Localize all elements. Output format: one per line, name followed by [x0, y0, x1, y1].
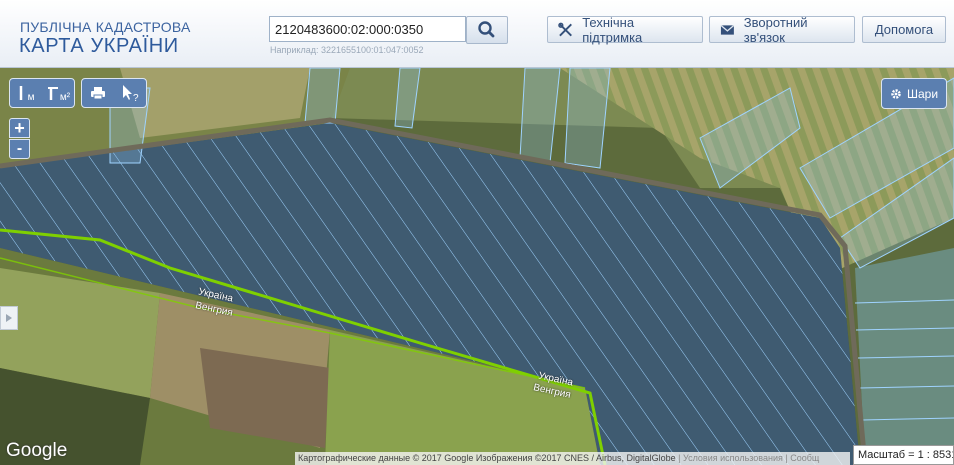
- gear-icon: [891, 88, 901, 99]
- feedback-label: Зворотний зв'язок: [743, 14, 808, 45]
- search-icon: [478, 21, 495, 38]
- layers-label: Шари: [906, 86, 939, 101]
- search-hint: Наприклад: 3221655100:01:047:0052: [270, 45, 424, 55]
- map-attribution: Картографические данные © 2017 Google Из…: [295, 452, 850, 465]
- area-icon: [47, 87, 58, 100]
- layers-button[interactable]: Шари: [881, 78, 947, 109]
- pointer-question-icon: ?: [123, 85, 139, 102]
- search-button[interactable]: [466, 16, 508, 44]
- header-bar: ПУБЛІЧНА КАДАСТРОВА КАРТА УКРАЇНИ Наприк…: [0, 0, 954, 68]
- play-arrow-icon: [6, 314, 12, 322]
- zoom-out-button[interactable]: -: [9, 139, 30, 159]
- tools-icon: [558, 22, 572, 36]
- logo-title-line2[interactable]: КАРТА УКРАЇНИ: [19, 35, 179, 58]
- measure-area-button[interactable]: м²: [42, 79, 74, 107]
- report-link[interactable]: Сообщ: [790, 453, 819, 463]
- feedback-button[interactable]: Зворотний зв'язок: [709, 14, 855, 45]
- cadastral-search-input[interactable]: [269, 16, 466, 42]
- google-logo: Google: [6, 440, 68, 461]
- help-label: Допомога: [874, 22, 934, 37]
- measure-distance-button[interactable]: м: [10, 79, 42, 107]
- svg-text:?: ?: [133, 93, 139, 102]
- support-label: Технічна підтримка: [582, 14, 643, 45]
- envelope-icon: [720, 24, 735, 35]
- area-unit-label: м²: [59, 91, 71, 103]
- identify-button[interactable]: ?: [114, 79, 146, 107]
- support-button[interactable]: Технічна підтримка: [547, 14, 703, 45]
- zoom-in-button[interactable]: +: [9, 118, 30, 138]
- map-view[interactable]: Україна Венгрия Україна Венгрия м м² ? +…: [0, 68, 954, 465]
- printer-icon: [91, 87, 105, 100]
- print-info-tools: ?: [81, 78, 147, 108]
- measure-tools: м м²: [9, 78, 75, 108]
- terms-link[interactable]: Условия использования: [683, 453, 783, 463]
- satellite-imagery: [0, 68, 954, 465]
- print-button[interactable]: [82, 79, 114, 107]
- help-button[interactable]: Допомога: [862, 16, 946, 43]
- attribution-text: Картографические данные © 2017 Google Из…: [298, 453, 676, 463]
- side-panel-toggle[interactable]: [0, 306, 18, 330]
- ruler-icon: [19, 86, 22, 100]
- ruler-unit-label: м: [27, 91, 35, 103]
- logo-title-line1[interactable]: ПУБЛІЧНА КАДАСТРОВА: [20, 19, 191, 35]
- scale-readout: Масштаб = 1 : 8531: [853, 445, 954, 465]
